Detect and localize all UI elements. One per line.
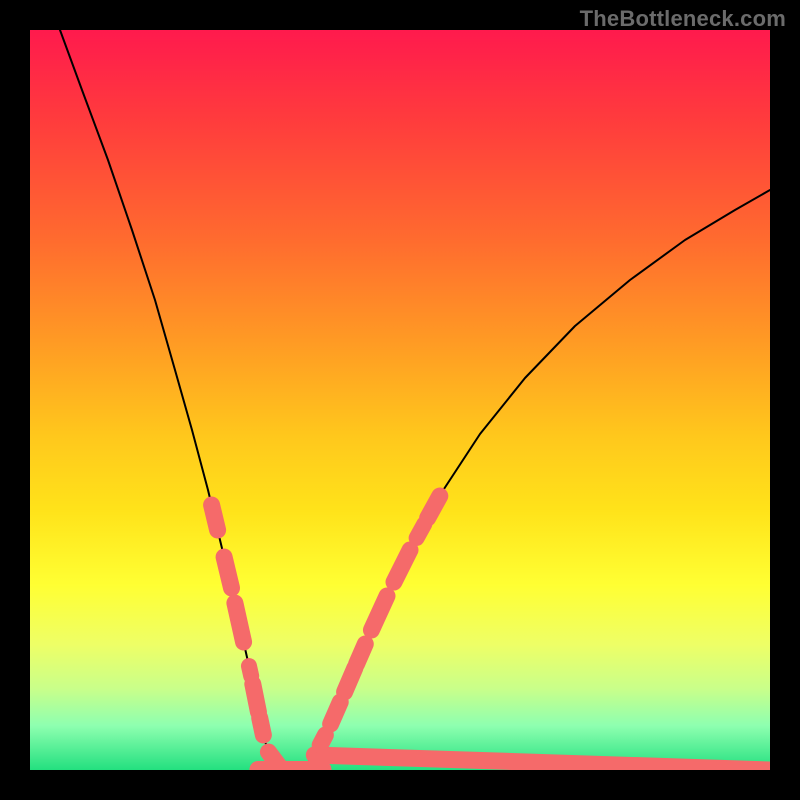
- chart-svg: [30, 30, 770, 770]
- marker-capsule: [394, 550, 410, 582]
- marker-capsule: [357, 644, 366, 664]
- watermark-text: TheBottleneck.com: [580, 6, 786, 32]
- plot-area: [30, 30, 770, 770]
- marker-capsule: [428, 496, 440, 518]
- marker-capsule: [249, 666, 251, 676]
- marker-capsule: [331, 702, 341, 724]
- marker-capsule: [417, 524, 425, 538]
- marker-capsule: [260, 718, 264, 735]
- marker-capsule: [253, 684, 259, 712]
- marker-capsule: [235, 603, 244, 642]
- marker-capsule: [212, 505, 218, 530]
- marker-capsule: [371, 596, 387, 630]
- marker-capsule: [320, 735, 325, 745]
- bottleneck-curve: [60, 30, 770, 770]
- chart-stage: TheBottleneck.com: [0, 0, 800, 800]
- marker-capsule: [314, 755, 770, 770]
- marker-capsule: [224, 557, 231, 588]
